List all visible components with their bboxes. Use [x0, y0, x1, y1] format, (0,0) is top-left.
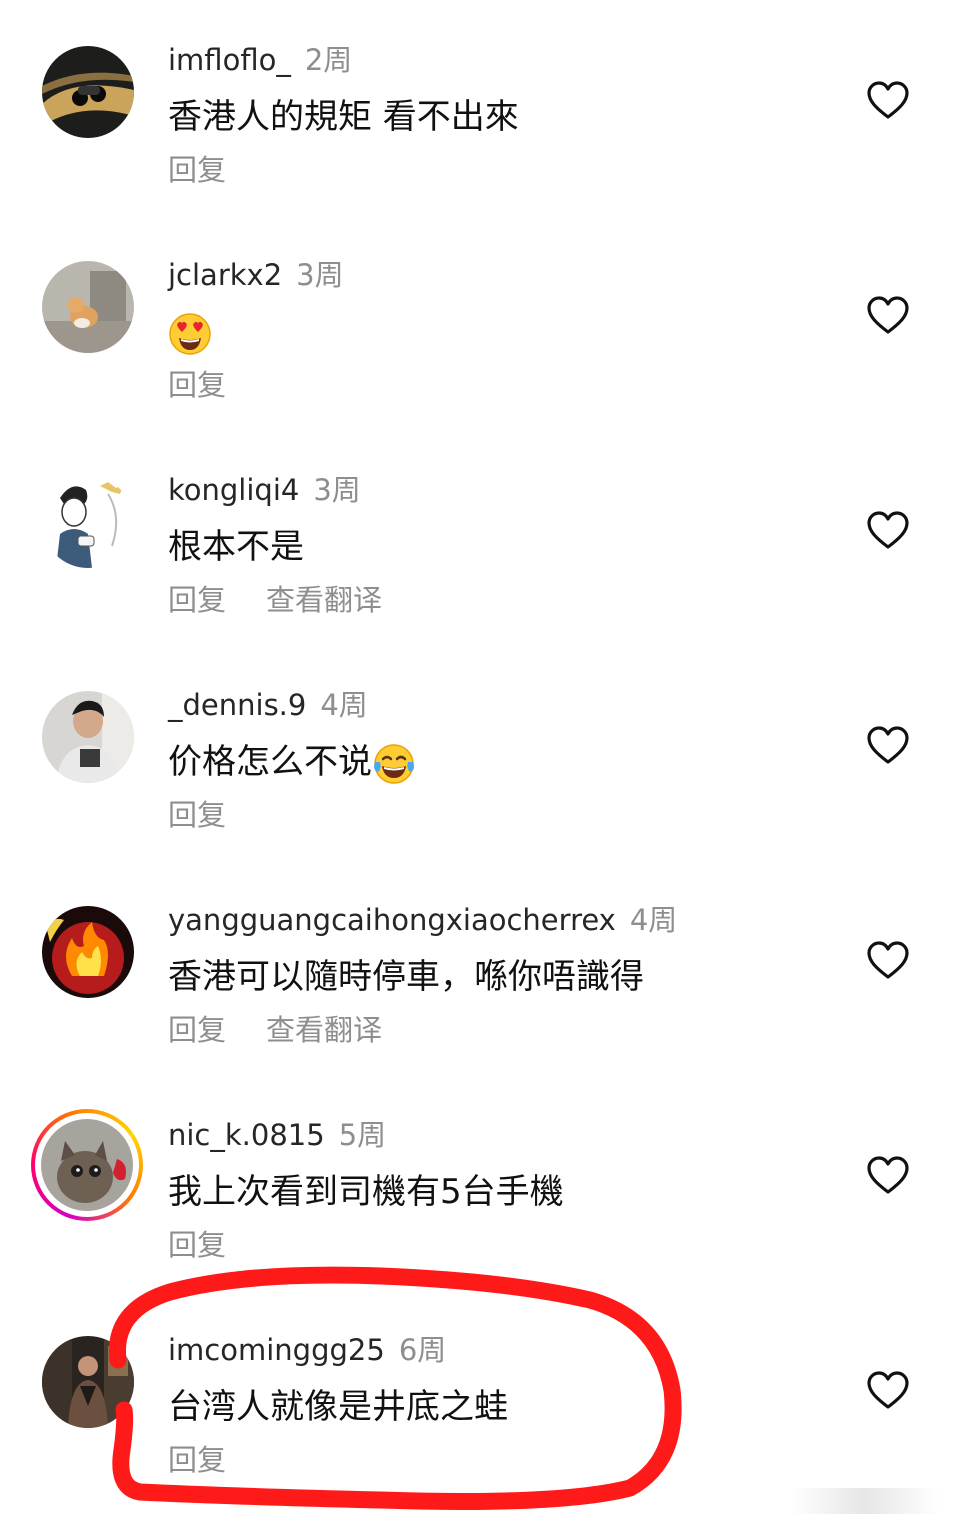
comment-text [168, 309, 212, 356]
heart-icon[interactable] [866, 940, 910, 980]
tears-of-joy-emoji [372, 742, 416, 786]
username[interactable]: yangguangcaihongxiaocherrex [168, 903, 616, 937]
comment-actions: 回复 [168, 1227, 226, 1263]
comment-header: yangguangcaihongxiaocherrex 4周 [168, 902, 677, 938]
heart-icon[interactable] [866, 725, 910, 765]
comment-text: 价格怎么不说 [168, 739, 416, 786]
person-photo-avatar[interactable] [42, 691, 134, 783]
cartoon-avatar[interactable] [42, 476, 134, 568]
username[interactable]: kongliqi4 [168, 473, 299, 507]
fire-avatar[interactable] [42, 906, 134, 998]
heart-icon[interactable] [866, 295, 910, 335]
reply-button[interactable]: 回复 [168, 797, 226, 833]
translate-button[interactable]: 查看翻译 [266, 1012, 382, 1048]
comment-header: kongliqi4 3周 [168, 472, 361, 508]
heart-icon[interactable] [866, 510, 910, 550]
comment-actions: 回复 [168, 1442, 226, 1478]
comment-actions: 回复 查看翻译 [168, 582, 382, 618]
street-photo-avatar[interactable] [42, 1336, 134, 1428]
username[interactable]: _dennis.9 [168, 688, 306, 722]
username[interactable]: nic_k.0815 [168, 1118, 325, 1152]
comment-item: kongliqi4 3周 根本不是 回复 查看翻译 [0, 430, 960, 645]
reply-button[interactable]: 回复 [168, 1227, 226, 1263]
comment-header: _dennis.9 4周 [168, 687, 368, 723]
comment-text: 根本不是 [168, 527, 304, 567]
timestamp: 4周 [320, 688, 368, 722]
comment-header: nic_k.0815 5周 [168, 1117, 386, 1153]
reply-button[interactable]: 回复 [168, 582, 226, 618]
comment-item: imfloflo_ 2周 香港人的規矩 看不出來 回复 [0, 0, 960, 215]
username[interactable]: jclarkx2 [168, 258, 282, 292]
heart-icon[interactable] [866, 1155, 910, 1195]
timestamp: 3周 [313, 473, 361, 507]
watermark [790, 1488, 940, 1514]
comment-header: jclarkx2 3周 [168, 257, 344, 293]
comment-item: yangguangcaihongxiaocherrex 4周 香港可以隨時停車，喺… [0, 860, 960, 1075]
comment-actions: 回复 [168, 797, 226, 833]
comment-text: 香港可以隨時停車，喺你唔識得 [168, 957, 644, 997]
heart-eyes-emoji [168, 312, 212, 356]
dog-photo-avatar[interactable] [42, 261, 134, 353]
story-ring[interactable] [31, 1109, 143, 1221]
comment-actions: 回复 查看翻译 [168, 1012, 382, 1048]
reply-button[interactable]: 回复 [168, 1012, 226, 1048]
translate-button[interactable]: 查看翻译 [266, 582, 382, 618]
comment-actions: 回复 [168, 152, 226, 188]
reply-button[interactable]: 回复 [168, 367, 226, 403]
reply-button[interactable]: 回复 [168, 1442, 226, 1478]
comment-text: 香港人的規矩 看不出來 [168, 97, 519, 137]
comment-header: imcominggg25 6周 [168, 1332, 446, 1368]
timestamp: 4周 [629, 903, 678, 937]
cat-photo-avatar[interactable] [41, 1119, 133, 1211]
heart-icon[interactable] [866, 1370, 910, 1410]
comment-item: _dennis.9 4周 价格怎么不说 回复 [0, 645, 960, 860]
timestamp: 6周 [398, 1333, 447, 1367]
heart-icon[interactable] [866, 80, 910, 120]
comment-text: 我上次看到司機有5台手機 [168, 1172, 564, 1212]
timestamp: 3周 [296, 258, 344, 292]
username[interactable]: imfloflo_ [168, 43, 291, 77]
reply-button[interactable]: 回复 [168, 152, 226, 188]
comment-item: imcominggg25 6周 台湾人就像是井底之蛙 回复 [0, 1290, 960, 1505]
comment-text-content: 价格怎么不说 [168, 742, 372, 782]
comment-header: imfloflo_ 2周 [168, 42, 352, 78]
timestamp: 5周 [338, 1118, 387, 1152]
timestamp: 2周 [304, 43, 353, 77]
comment-item: nic_k.0815 5周 我上次看到司機有5台手機 回复 [0, 1075, 960, 1290]
username[interactable]: imcominggg25 [168, 1333, 385, 1367]
motorcycle-avatar[interactable] [42, 46, 134, 138]
comment-text: 台湾人就像是井底之蛙 [168, 1387, 508, 1427]
comment-actions: 回复 [168, 367, 226, 403]
comment-item: jclarkx2 3周 回复 [0, 215, 960, 430]
